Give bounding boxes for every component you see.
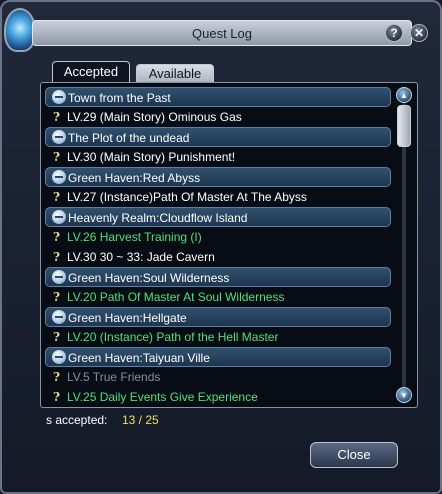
window-title: Quest Log	[192, 26, 252, 41]
question-mark-icon: ?	[53, 370, 61, 384]
question-mark-icon: ?	[53, 110, 61, 124]
quest-item[interactable]: ? LV.20 (Instance) Path of the Hell Maste…	[45, 327, 391, 347]
help-button[interactable]: ?	[385, 24, 403, 42]
collapse-minus-icon[interactable]	[52, 350, 66, 364]
question-mark-icon: ?	[53, 330, 61, 344]
accepted-count: 13 / 25	[122, 413, 159, 427]
scroll-down-icon[interactable]: ▼	[396, 387, 412, 403]
close-window-button[interactable]: ✕	[410, 24, 428, 42]
quest-label: LV.29 (Main Story) Ominous Gas	[67, 110, 242, 124]
title-bar[interactable]: Quest Log	[32, 20, 412, 46]
question-mark-icon: ?	[53, 190, 61, 204]
question-mark-icon: ?	[53, 390, 61, 404]
tab-accepted[interactable]: Accepted	[52, 61, 130, 83]
quest-item[interactable]: ? LV.27 (Instance)Path Of Master At The A…	[45, 187, 391, 207]
quest-label: LV.30 (Main Story) Punishment!	[67, 150, 236, 164]
quest-label: LV.20 Path Of Master At Soul Wilderness	[67, 290, 285, 304]
close-button[interactable]: Close	[310, 442, 398, 468]
question-mark-icon: ?	[53, 150, 61, 164]
quest-item[interactable]: ? LV.5 True Friends	[45, 367, 391, 387]
group-label: The Plot of the undead	[68, 131, 190, 145]
quest-item[interactable]: ? LV.26 Harvest Training (I)	[45, 227, 391, 247]
quest-group-header[interactable]: Green Haven:Red Abyss	[45, 167, 391, 187]
question-mark-icon: ?	[53, 250, 61, 264]
quest-item[interactable]: ? LV.30 (Main Story) Punishment!	[45, 147, 391, 167]
collapse-minus-icon[interactable]	[52, 270, 66, 284]
quest-group-header[interactable]: Green Haven:Hellgate	[45, 307, 391, 327]
scrollbar-thumb[interactable]	[397, 105, 411, 147]
quest-label: LV.30 30 ~ 33: Jade Cavern	[67, 250, 215, 264]
collapse-minus-icon[interactable]	[52, 210, 66, 224]
quest-label: LV.25 Daily Events Give Experience	[67, 390, 258, 404]
group-label: Heavenly Realm:Cloudflow Island	[68, 211, 248, 225]
quest-item[interactable]: ? LV.30 30 ~ 33: Jade Cavern	[45, 247, 391, 267]
quest-group-header[interactable]: Green Haven:Taiyuan Ville	[45, 347, 391, 367]
group-label: Green Haven:Red Abyss	[68, 171, 201, 185]
collapse-minus-icon[interactable]	[52, 310, 66, 324]
tab-available[interactable]: Available	[136, 64, 214, 83]
quest-label: LV.27 (Instance)Path Of Master At The Ab…	[67, 190, 307, 204]
quest-label: LV.20 (Instance) Path of the Hell Master	[67, 330, 279, 344]
scroll-up-icon[interactable]: ▲	[396, 87, 412, 103]
group-label: Town from the Past	[68, 91, 171, 105]
quest-label: LV.5 True Friends	[67, 370, 161, 384]
group-label: Green Haven:Hellgate	[68, 311, 187, 325]
question-mark-icon: ?	[53, 230, 61, 244]
collapse-minus-icon[interactable]	[52, 170, 66, 184]
quest-rows: Town from the Past? LV.29 (Main Story) Om…	[45, 87, 391, 407]
quest-list: Town from the Past? LV.29 (Main Story) Om…	[40, 82, 418, 408]
quest-group-header[interactable]: Green Haven:Soul Wilderness	[45, 267, 391, 287]
collapse-minus-icon[interactable]	[52, 130, 66, 144]
quest-group-header[interactable]: The Plot of the undead	[45, 127, 391, 147]
quest-group-header[interactable]: Heavenly Realm:Cloudflow Island	[45, 207, 391, 227]
quest-item[interactable]: ? LV.29 (Main Story) Ominous Gas	[45, 107, 391, 127]
quest-group-header[interactable]: Town from the Past	[45, 87, 391, 107]
quest-label: LV.26 Harvest Training (I)	[67, 230, 202, 244]
scrollbar[interactable]: ▲ ▼	[395, 87, 413, 403]
quest-item[interactable]: ? LV.20 Path Of Master At Soul Wilderness	[45, 287, 391, 307]
quest-log-window: Quest Log ? ✕ Accepted Available Town fr…	[0, 0, 442, 494]
question-mark-icon: ?	[53, 290, 61, 304]
accepted-label: s accepted:	[46, 413, 108, 427]
quest-item[interactable]: ? LV.25 Daily Events Give Experience	[45, 387, 391, 407]
group-label: Green Haven:Soul Wilderness	[68, 271, 230, 285]
group-label: Green Haven:Taiyuan Ville	[68, 351, 210, 365]
collapse-minus-icon[interactable]	[52, 90, 66, 104]
